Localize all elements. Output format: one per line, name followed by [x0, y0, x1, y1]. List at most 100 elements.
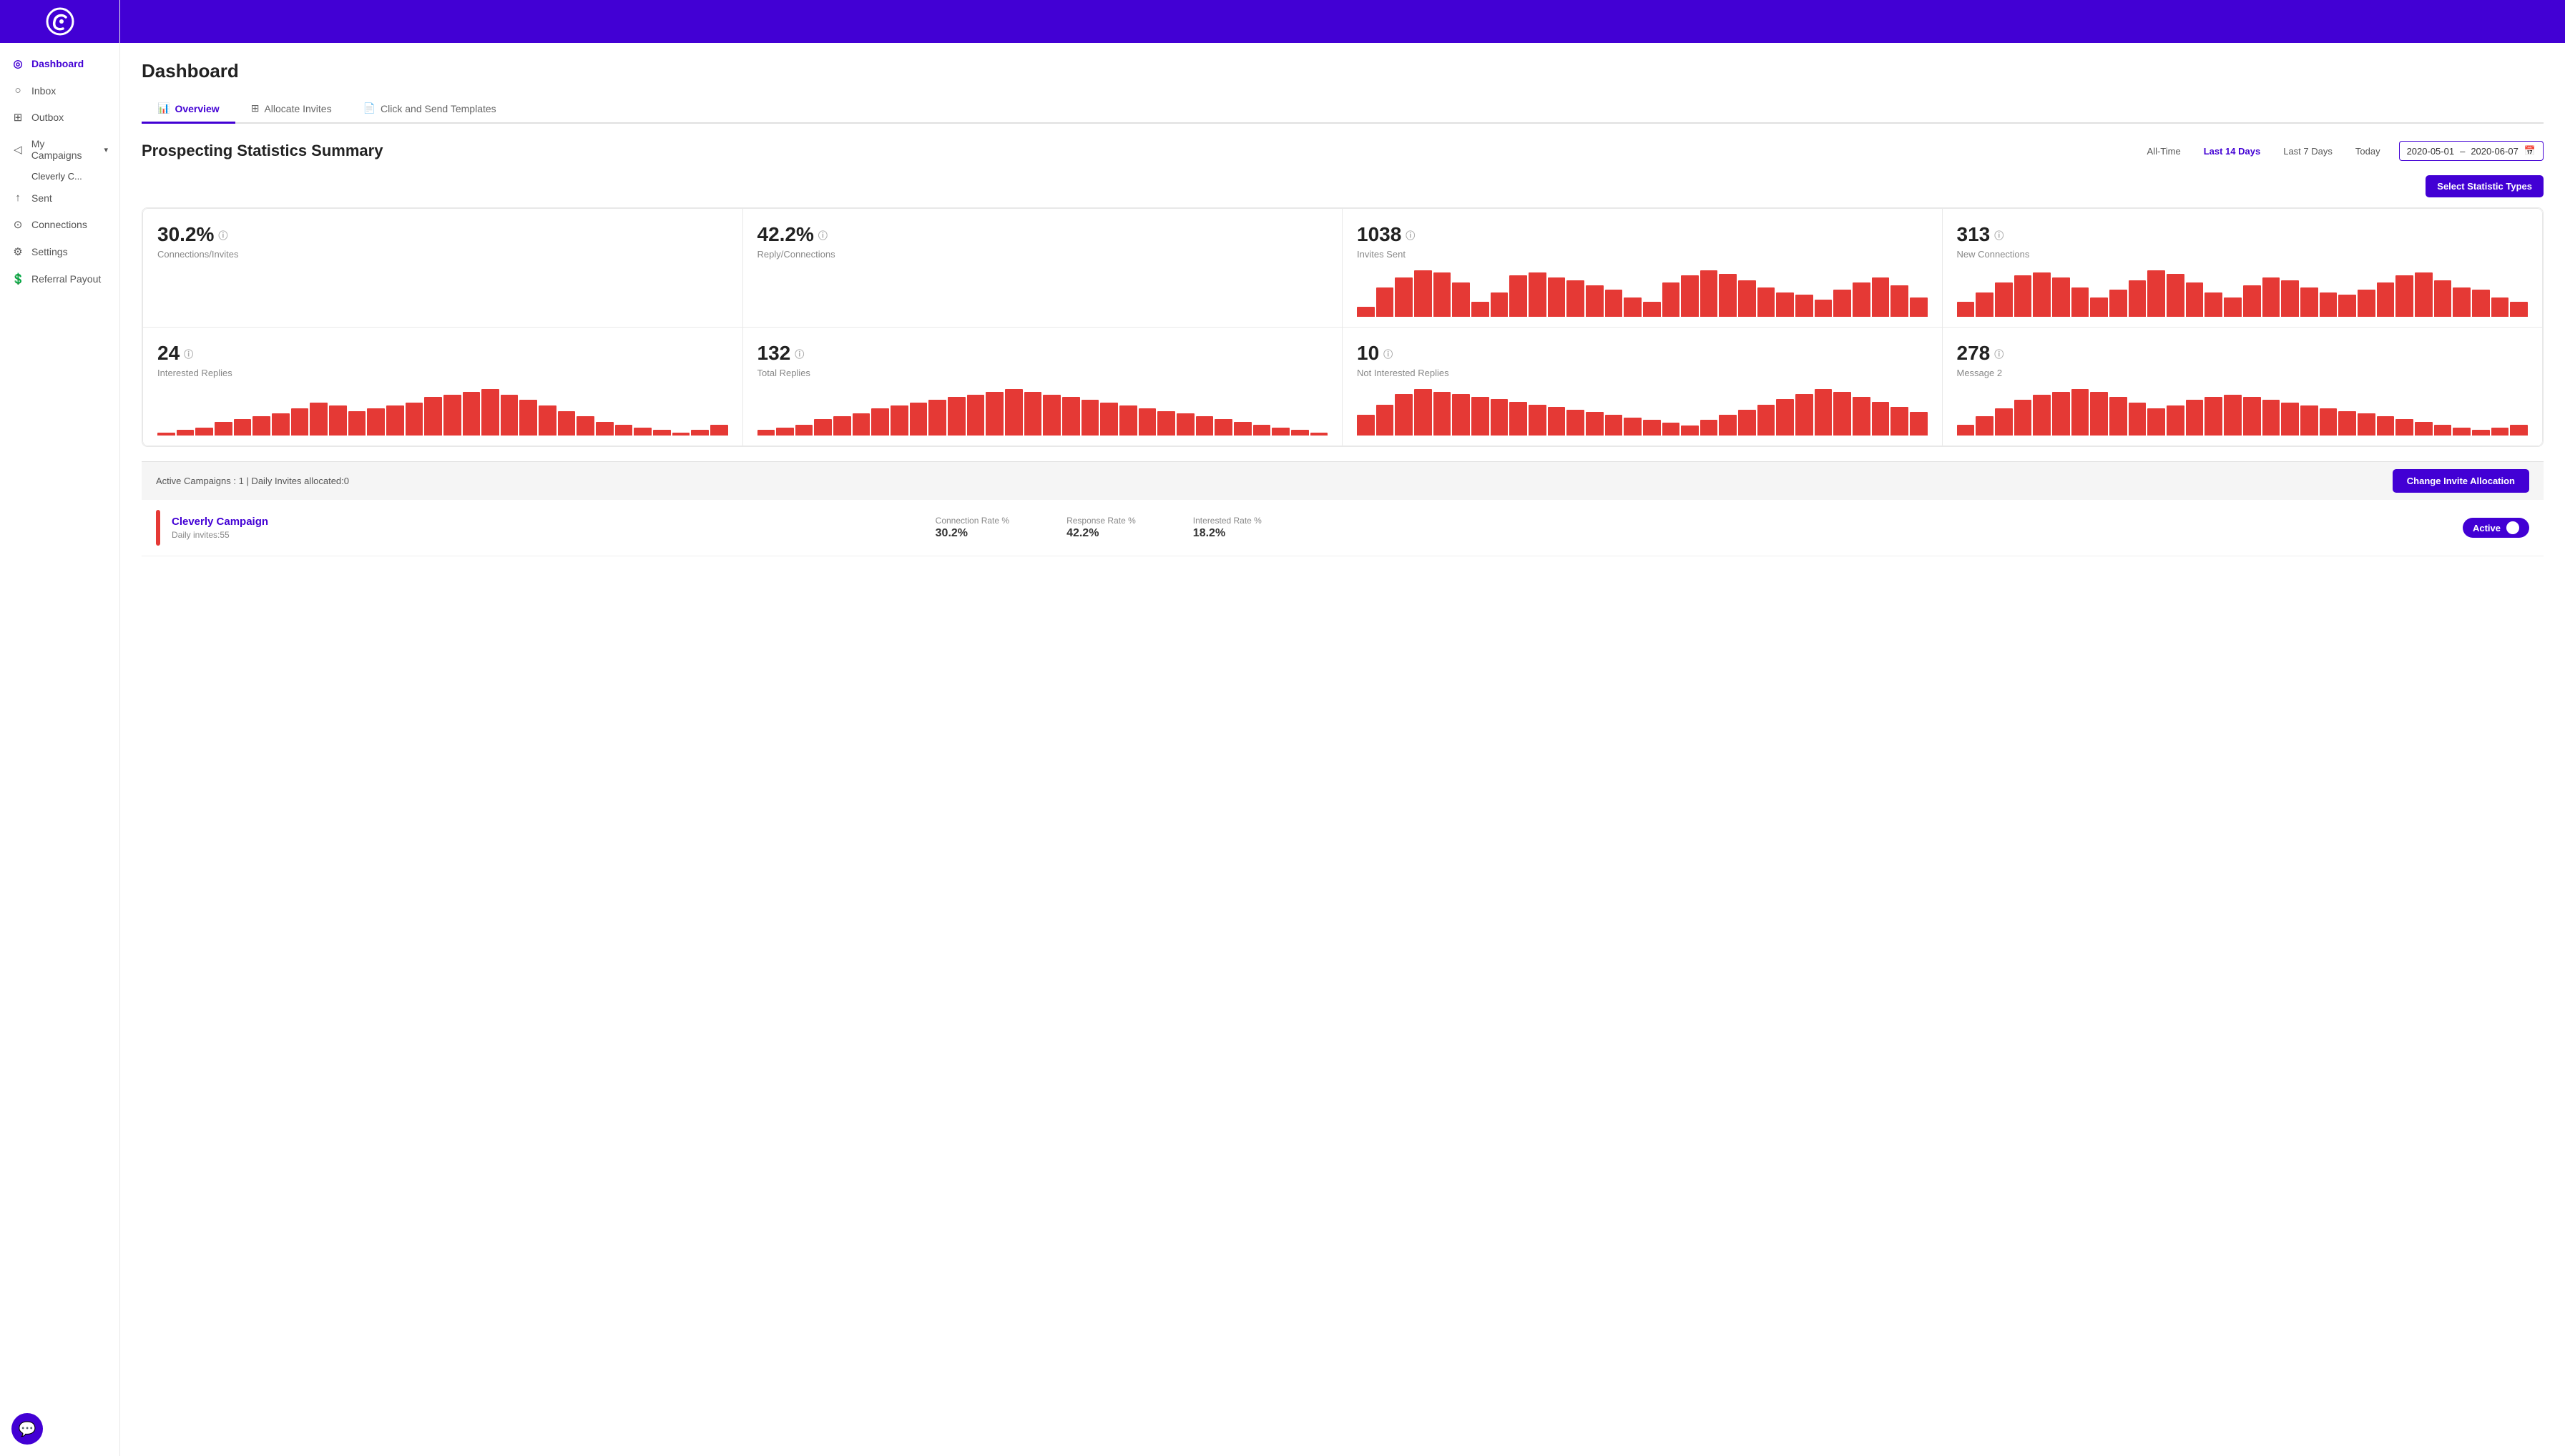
info-icon[interactable]: ⓘ: [1406, 228, 1415, 242]
filter-last-7-days[interactable]: Last 7 Days: [2273, 142, 2343, 161]
info-icon[interactable]: ⓘ: [184, 347, 193, 360]
bar: [1776, 399, 1794, 436]
bar: [2014, 400, 2032, 436]
tab-overview[interactable]: 📊 Overview: [142, 95, 235, 124]
bar: [1566, 410, 1584, 436]
bar: [2147, 408, 2165, 436]
bar: [2186, 400, 2204, 436]
bar: [1853, 397, 1870, 436]
date-range-picker[interactable]: 2020-05-01 – 2020-06-07 📅: [2399, 141, 2544, 161]
bar: [329, 405, 347, 436]
stat-card-reply-connections: 42.2% ⓘ Reply/Connections: [743, 209, 1343, 328]
sidebar-item-outbox[interactable]: ⊞ Outbox: [0, 104, 119, 131]
campaign-stat-response-rate: Response Rate % 42.2%: [1066, 516, 1136, 540]
sidebar-item-inbox[interactable]: ○ Inbox: [0, 77, 119, 104]
bar: [1234, 422, 1252, 436]
bar: [1995, 282, 2013, 317]
bar-chart: [1357, 267, 1928, 317]
bar: [1433, 272, 1451, 317]
sidebar-item-settings[interactable]: ⚙ Settings: [0, 238, 119, 265]
bar-chart: [1957, 267, 2529, 317]
sidebar-item-referral-payout[interactable]: 💲 Referral Payout: [0, 265, 119, 292]
interested-rate-label: Interested Rate %: [1193, 516, 1262, 526]
bar: [2491, 297, 2509, 317]
bar: [2453, 287, 2471, 317]
bar: [1177, 413, 1195, 436]
bar-chart: [1357, 385, 1928, 436]
bar: [1957, 425, 1975, 436]
info-icon[interactable]: ⓘ: [218, 228, 227, 242]
bar: [1452, 282, 1470, 317]
sidebar-item-connections[interactable]: ⊙ Connections: [0, 211, 119, 238]
filter-all-time[interactable]: All-Time: [2137, 142, 2191, 161]
bar: [1452, 394, 1470, 436]
stat-value: 132 ⓘ: [757, 342, 1328, 365]
bar: [291, 408, 309, 436]
bar: [615, 425, 633, 436]
bar: [1624, 418, 1642, 436]
bar: [1681, 426, 1699, 436]
click-send-icon: 📄: [363, 102, 376, 114]
campaign-info: Cleverly Campaign Daily invites:55: [172, 516, 936, 540]
stat-label: Interested Replies: [157, 368, 728, 378]
sidebar-item-my-campaigns[interactable]: ◁ My Campaigns ▾: [0, 131, 119, 168]
info-icon[interactable]: ⓘ: [818, 228, 828, 242]
bar: [1872, 277, 1890, 317]
tab-click-send[interactable]: 📄 Click and Send Templates: [348, 95, 512, 124]
bar: [519, 400, 537, 436]
bar: [2395, 419, 2413, 436]
connections-icon: ⊙: [11, 218, 24, 231]
bar: [871, 408, 889, 436]
tab-allocate-invites[interactable]: ⊞ Allocate Invites: [235, 95, 348, 124]
calendar-icon: 📅: [2524, 145, 2536, 157]
info-icon[interactable]: ⓘ: [1994, 347, 2004, 360]
filter-last-14-days[interactable]: Last 14 Days: [2194, 142, 2271, 161]
bar: [1376, 405, 1394, 436]
overview-icon: 📊: [157, 102, 170, 114]
campaign-footer-text: Active Campaigns : 1 | Daily Invites all…: [156, 476, 349, 486]
info-icon[interactable]: ⓘ: [1994, 228, 2004, 242]
stats-grid: 30.2% ⓘ Connections/Invites 42.2% ⓘ Repl…: [142, 208, 2543, 446]
bar: [1529, 405, 1546, 436]
campaign-stat-connection-rate: Connection Rate % 30.2%: [936, 516, 1009, 540]
bar: [1491, 399, 1509, 436]
info-icon[interactable]: ⓘ: [1383, 347, 1393, 360]
bar: [1395, 394, 1413, 436]
bar: [2281, 280, 2299, 317]
bar: [2204, 292, 2222, 317]
info-icon[interactable]: ⓘ: [795, 347, 804, 360]
campaigns-icon: ◁: [11, 143, 24, 156]
bar-chart: [1957, 385, 2529, 436]
bar: [1157, 411, 1175, 436]
active-toggle[interactable]: Active: [2463, 518, 2529, 538]
bar: [463, 392, 481, 436]
bar: [1719, 274, 1737, 317]
bar: [757, 430, 775, 436]
bar: [406, 403, 423, 436]
filter-today[interactable]: Today: [2345, 142, 2390, 161]
bar: [2204, 397, 2222, 436]
bar: [1890, 407, 1908, 436]
bar: [272, 413, 290, 436]
bar: [2052, 392, 2070, 436]
bar: [1529, 272, 1546, 317]
change-invite-allocation-button[interactable]: Change Invite Allocation: [2393, 469, 2529, 493]
bar: [1719, 415, 1737, 436]
sidebar-item-dashboard[interactable]: ◎ Dashboard: [0, 50, 119, 77]
bar: [1738, 410, 1756, 436]
main: Dashboard 📊 Overview ⊞ Allocate Invites …: [120, 0, 2565, 1456]
bar: [2415, 422, 2433, 436]
stat-label: Connections/Invites: [157, 249, 728, 260]
sidebar-item-sent[interactable]: ↑ Sent: [0, 185, 119, 211]
sidebar-item-cleverly-c[interactable]: Cleverly C...: [0, 168, 119, 185]
stat-label: Not Interested Replies: [1357, 368, 1928, 378]
bar: [2186, 282, 2204, 317]
inbox-icon: ○: [11, 84, 24, 97]
chat-bubble-button[interactable]: 💬: [11, 1413, 43, 1445]
stat-label: Total Replies: [757, 368, 1328, 378]
bar: [2395, 275, 2413, 317]
bar: [1662, 282, 1680, 317]
select-statistic-types-button[interactable]: Select Statistic Types: [2426, 175, 2544, 197]
referral-icon: 💲: [11, 272, 24, 285]
bar: [2377, 282, 2395, 317]
